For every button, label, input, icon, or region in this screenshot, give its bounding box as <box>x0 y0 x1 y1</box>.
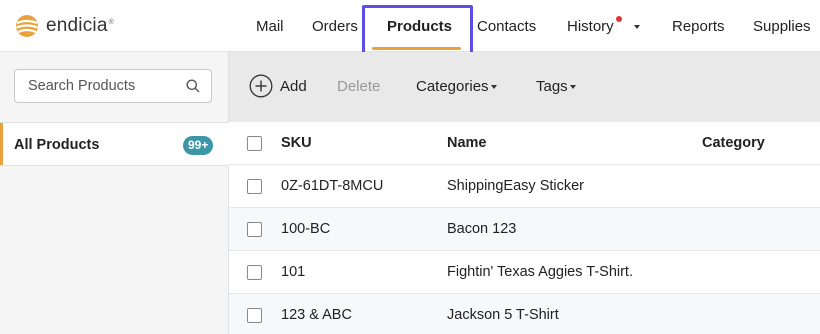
search-products-input[interactable] <box>28 70 178 102</box>
selected-item-indicator <box>0 123 3 165</box>
history-notification-dot <box>616 16 622 22</box>
name-cell: Bacon 123 <box>447 221 517 237</box>
table-row[interactable]: 100-BC Bacon 123 <box>229 208 820 251</box>
row-checkbox[interactable] <box>247 308 262 323</box>
row-checkbox[interactable] <box>247 265 262 280</box>
name-cell: Fightin' Texas Aggies T-Shirt. <box>447 264 633 280</box>
endicia-logo-icon <box>16 15 38 37</box>
add-circle-icon[interactable] <box>249 74 273 98</box>
sku-cell: 100-BC <box>281 221 331 237</box>
row-checkbox[interactable] <box>247 179 262 194</box>
sidebar-item-all-products[interactable]: All Products 99+ <box>0 122 229 166</box>
nav-contacts[interactable]: Contacts <box>477 18 536 35</box>
nav-history[interactable]: History <box>567 18 614 35</box>
sku-cell: 123 & ABC <box>281 307 352 323</box>
table-row[interactable]: 101 Fightin' Texas Aggies T-Shirt. <box>229 251 820 294</box>
delete-button[interactable]: Delete <box>337 78 380 95</box>
nav-mail[interactable]: Mail <box>256 18 284 35</box>
name-cell: ShippingEasy Sticker <box>447 178 585 194</box>
table-row[interactable]: 123 & ABC Jackson 5 T-Shirt <box>229 294 820 334</box>
column-header-name[interactable]: Name <box>447 135 487 151</box>
brand-name: endicia® <box>46 15 114 36</box>
table-row[interactable]: 0Z-61DT-8MCU ShippingEasy Sticker <box>229 165 820 208</box>
product-count-badge: 99+ <box>183 136 214 155</box>
nav-supplies[interactable]: Supplies <box>753 18 811 35</box>
tags-caret-icon[interactable] <box>570 85 576 89</box>
search-icon[interactable] <box>186 79 200 93</box>
products-toolbar: Add Delete Categories Tags <box>229 52 820 122</box>
tags-dropdown[interactable]: Tags <box>536 78 568 95</box>
history-dropdown-caret-icon[interactable] <box>634 25 640 29</box>
search-products-box[interactable] <box>14 69 212 103</box>
sku-cell: 0Z-61DT-8MCU <box>281 178 384 194</box>
product-sidebar: All Products 99+ <box>0 52 229 334</box>
categories-caret-icon[interactable] <box>491 85 497 89</box>
name-cell: Jackson 5 T-Shirt <box>447 307 559 323</box>
all-products-label: All Products <box>14 137 100 153</box>
endicia-logo[interactable]: endicia® <box>14 13 114 39</box>
categories-dropdown[interactable]: Categories <box>416 78 489 95</box>
column-header-sku[interactable]: SKU <box>281 135 312 151</box>
nav-orders[interactable]: Orders <box>312 18 358 35</box>
sku-cell: 101 <box>281 264 306 280</box>
select-all-checkbox[interactable] <box>247 136 262 151</box>
top-nav-bar: endicia® Mail Orders Products Contacts H… <box>0 0 820 62</box>
table-header-row: SKU Name Category <box>229 122 820 165</box>
row-checkbox[interactable] <box>247 222 262 237</box>
column-header-category[interactable]: Category <box>702 135 765 151</box>
nav-reports[interactable]: Reports <box>672 18 725 35</box>
add-button[interactable]: Add <box>280 78 307 95</box>
